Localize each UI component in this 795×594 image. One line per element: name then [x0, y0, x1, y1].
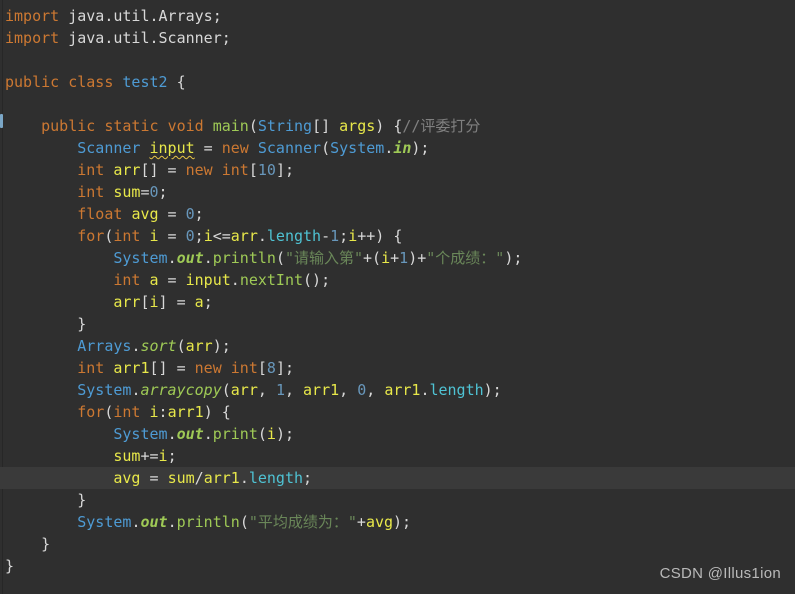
- code-line[interactable]: }: [5, 533, 795, 555]
- code-line[interactable]: int arr[] = new int[10];: [5, 159, 795, 181]
- warning-token: input: [149, 139, 195, 157]
- code-line[interactable]: System.out.print(i);: [5, 423, 795, 445]
- code-line[interactable]: import java.util.Arrays;: [5, 5, 795, 27]
- code-line[interactable]: arr[i] = a;: [5, 291, 795, 313]
- code-line[interactable]: System.out.println("请输入第"+(i+1)+"个成绩：");: [5, 247, 795, 269]
- code-line[interactable]: int arr1[] = new int[8];: [5, 357, 795, 379]
- code-line[interactable]: int a = input.nextInt();: [5, 269, 795, 291]
- code-line[interactable]: sum+=i;: [5, 445, 795, 467]
- code-line[interactable]: float avg = 0;: [5, 203, 795, 225]
- code-line-blank[interactable]: [5, 93, 795, 115]
- code-line-blank[interactable]: [5, 49, 795, 71]
- code-line[interactable]: int sum=0;: [5, 181, 795, 203]
- code-line-current[interactable]: avg = sum/arr1.length;: [0, 467, 795, 489]
- code-line[interactable]: for(int i:arr1) {: [5, 401, 795, 423]
- code-line[interactable]: public class test2 {: [5, 71, 795, 93]
- code-line[interactable]: System.out.println("平均成绩为："+avg);: [5, 511, 795, 533]
- code-line[interactable]: System.arraycopy(arr, 1, arr1, 0, arr1.l…: [5, 379, 795, 401]
- code-line[interactable]: }: [5, 313, 795, 335]
- code-content[interactable]: import java.util.Arrays; import java.util…: [0, 0, 795, 577]
- code-line[interactable]: public static void main(String[] args) {…: [5, 115, 795, 137]
- code-editor[interactable]: import java.util.Arrays; import java.util…: [0, 0, 795, 594]
- csdn-watermark: CSDN @Illus1ion: [659, 565, 781, 582]
- code-line[interactable]: }: [5, 489, 795, 511]
- code-line[interactable]: Arrays.sort(arr);: [5, 335, 795, 357]
- code-line[interactable]: import java.util.Scanner;: [5, 27, 795, 49]
- code-line[interactable]: Scanner input = new Scanner(System.in);: [5, 137, 795, 159]
- code-line[interactable]: for(int i = 0;i<=arr.length-1;i++) {: [5, 225, 795, 247]
